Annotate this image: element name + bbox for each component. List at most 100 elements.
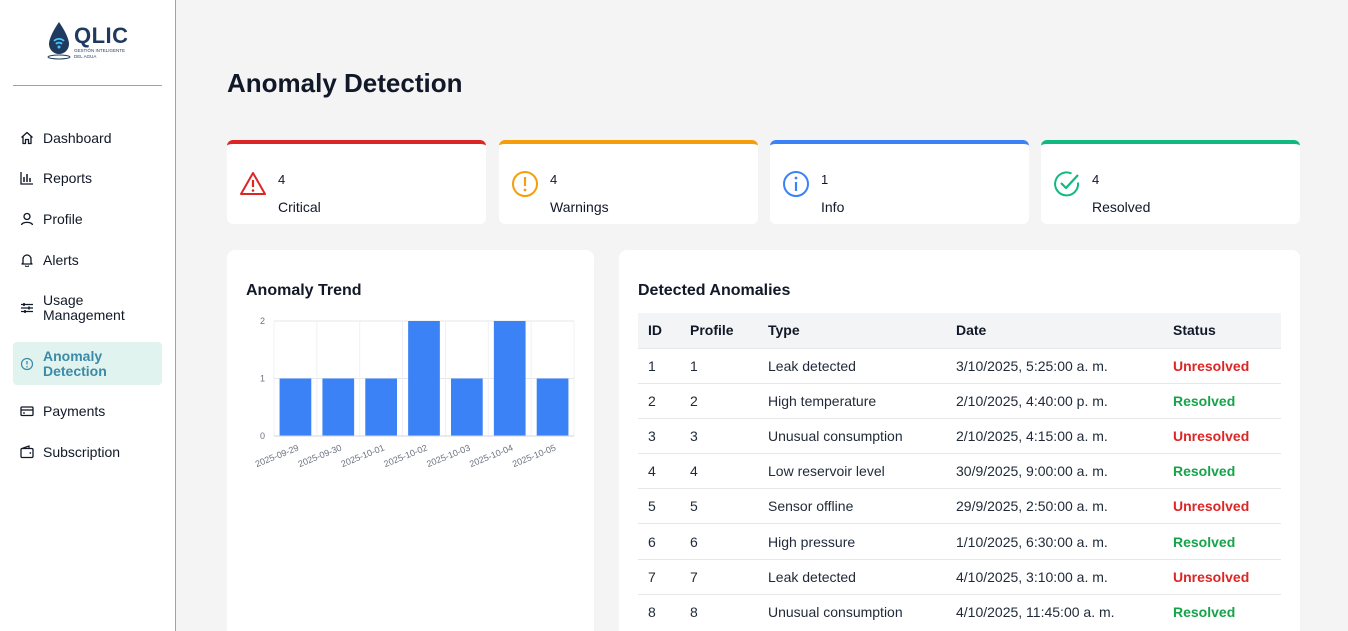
sidebar-item-alerts[interactable]: Alerts [13, 252, 162, 268]
x-tick-label: 2025-10-05 [511, 443, 557, 470]
cell-id: 5 [638, 488, 680, 524]
stat-label: Critical [278, 199, 321, 215]
cell-profile: 6 [680, 523, 758, 560]
table-row[interactable]: 4 4 Low reservoir level 30/9/2025, 9:00:00 … [638, 453, 1281, 489]
sidebar-item-reports[interactable]: Reports [13, 170, 162, 186]
wallet-icon [19, 444, 35, 460]
chart-bar[interactable] [408, 321, 440, 436]
brand-tagline: GESTIÓN INTELIGENTE DEL AGUA [74, 48, 126, 59]
sidebar: QLIC GESTIÓN INTELIGENTE DEL AGUA Dashbo… [0, 0, 176, 631]
table-row[interactable]: 8 8 Unusual consumption 4/10/2025, 11:45:00… [638, 593, 1281, 630]
cell-profile: 2 [680, 382, 758, 419]
cell-date: 30/9/2025, 9:00:00 a. m. [946, 453, 1163, 489]
chart-bar[interactable] [493, 321, 526, 436]
chart-bar[interactable] [322, 378, 355, 437]
cell-profile: 7 [680, 558, 758, 595]
column-header-status[interactable]: Status [1163, 313, 1281, 348]
cell-date: 29/9/2025, 2:50:00 a. m. [946, 488, 1163, 524]
cell-date: 2/10/2025, 4:40:00 p. m. [946, 382, 1163, 419]
status-badge: Unresolved [1163, 417, 1281, 454]
table-row[interactable]: 5 5 Sensor offline 29/9/2025, 2:50:00 a. m.… [638, 488, 1281, 524]
x-tick-label: 2025-09-29 [254, 443, 300, 470]
bar-chart-icon [19, 170, 35, 186]
cell-date: 2/10/2025, 4:15:00 a. m. [946, 417, 1163, 454]
x-tick-label: 2025-10-01 [339, 443, 385, 470]
cell-type: High pressure [758, 523, 946, 560]
stat-card-resolved: 4 Resolved [1041, 140, 1300, 224]
chart-bar[interactable] [279, 378, 312, 437]
chart-bar[interactable] [536, 378, 569, 437]
column-header-date[interactable]: Date [946, 313, 1163, 348]
table-row[interactable]: 1 1 Leak detected 3/10/2025, 5:25:00 a. m. U… [638, 347, 1281, 384]
y-tick-label: 2 [260, 316, 265, 326]
sidebar-item-label: Dashboard [43, 129, 112, 146]
table-row[interactable]: 3 3 Unusual consumption 2/10/2025, 4:15:00 … [638, 417, 1281, 454]
anomaly-trend-chart: 0122025-09-292025-09-302025-10-012025-10… [254, 316, 575, 470]
cell-id: 7 [638, 558, 680, 595]
cell-id: 6 [638, 523, 680, 560]
status-badge: Unresolved [1163, 488, 1281, 524]
sidebar-item-label: Profile [43, 210, 83, 227]
check-circle-icon [1054, 171, 1080, 197]
status-badge: Resolved [1163, 523, 1281, 560]
stat-label: Resolved [1092, 199, 1151, 215]
info-circle-icon [783, 171, 809, 197]
anomaly-trend-card: Anomaly Trend 0 1 2 2025-09-29 2025-09-30 202… [227, 250, 594, 631]
cell-type: Unusual consumption [758, 593, 946, 630]
status-badge: Resolved [1163, 382, 1281, 419]
table-row[interactable]: 7 7 Leak detected 4/10/2025, 3:10:00 a. m. U… [638, 558, 1281, 595]
table-row[interactable]: 6 6 High pressure 1/10/2025, 6:30:00 a. m. R… [638, 523, 1281, 560]
column-header-id[interactable]: ID [638, 313, 680, 348]
status-badge: Unresolved [1163, 347, 1281, 384]
stat-value: 1 [821, 172, 829, 187]
cell-id: 3 [638, 417, 680, 454]
home-icon [19, 130, 35, 146]
status-badge: Unresolved [1163, 558, 1281, 595]
sidebar-item-profile[interactable]: Profile [13, 211, 162, 227]
stat-label: Warnings [550, 199, 609, 215]
cell-date: 1/10/2025, 6:30:00 a. m. [946, 523, 1163, 560]
sidebar-item-subscription[interactable]: Subscription [13, 444, 162, 460]
sidebar-item-payments[interactable]: Payments [13, 403, 162, 419]
water-drop-icon [47, 22, 71, 60]
stat-card-info: 1 Info [770, 140, 1029, 224]
user-icon [19, 211, 35, 227]
sidebar-item-dashboard[interactable]: Dashboard [13, 130, 162, 146]
cell-type: Leak detected [758, 558, 946, 595]
sliders-icon [19, 300, 35, 316]
sidebar-item-usage-management[interactable]: Usage Management [13, 292, 162, 324]
cell-profile: 4 [680, 453, 758, 489]
sidebar-item-label: Payments [43, 402, 106, 419]
cell-date: 4/10/2025, 3:10:00 a. m. [946, 558, 1163, 595]
cell-id: 4 [638, 453, 680, 489]
cell-type: Leak detected [758, 347, 946, 384]
stat-value: 4 [550, 172, 558, 187]
cell-id: 8 [638, 593, 680, 630]
anomaly-trend-title: Anomaly Trend [246, 282, 362, 299]
cell-date: 4/10/2025, 11:45:00 a. m. [946, 593, 1163, 630]
bell-icon [19, 252, 35, 268]
cell-type: Sensor offline [758, 488, 946, 524]
column-header-profile[interactable]: Profile [680, 313, 758, 348]
credit-card-icon [19, 403, 35, 419]
sidebar-divider [13, 85, 162, 86]
cell-profile: 1 [680, 347, 758, 384]
brand-logo[interactable]: QLIC GESTIÓN INTELIGENTE DEL AGUA [46, 20, 136, 64]
sidebar-item-anomaly-detection[interactable]: Anomaly Detection [13, 342, 162, 385]
status-badge: Resolved [1163, 593, 1281, 630]
column-header-type[interactable]: Type [758, 313, 946, 348]
cell-profile: 5 [680, 488, 758, 524]
exclamation-circle-icon [512, 171, 538, 197]
chart-bar[interactable] [451, 378, 483, 437]
x-tick-label: 2025-09-30 [297, 443, 343, 470]
stat-card-warnings: 4 Warnings [499, 140, 758, 224]
alert-circle-icon [19, 356, 35, 372]
brand-name: QLIC [74, 23, 129, 48]
sidebar-item-label: Alerts [43, 251, 79, 268]
table-row[interactable]: 2 2 High temperature 2/10/2025, 4:40:00 p. … [638, 382, 1281, 419]
chart-bar[interactable] [365, 378, 397, 437]
y-tick-label: 0 [260, 431, 265, 441]
warning-triangle-icon [240, 172, 266, 195]
sidebar-item-label: Usage Management [43, 292, 125, 323]
cell-id: 1 [638, 347, 680, 384]
